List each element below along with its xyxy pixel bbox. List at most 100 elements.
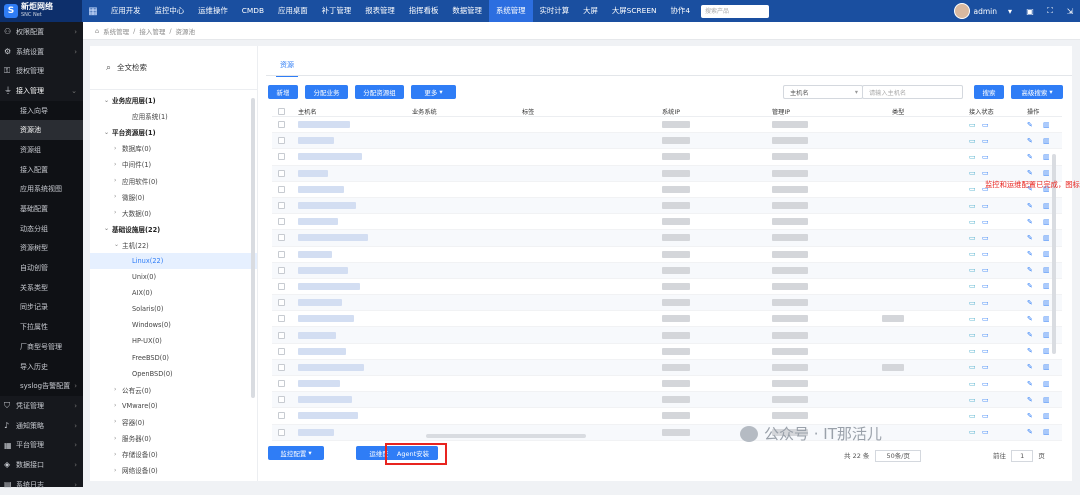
tree-node[interactable]: ⌄ 平台资源层(1): [90, 124, 257, 140]
sidebar-item[interactable]: 资源树型: [0, 238, 83, 259]
delete-icon[interactable]: ▥: [1043, 137, 1050, 145]
sidebar-item[interactable]: ▦ 平台管理 ›: [0, 435, 83, 455]
new-button[interactable]: 新增: [268, 85, 298, 99]
delete-icon[interactable]: ▥: [1043, 153, 1050, 161]
tree-toggle-icon[interactable]: ⌄: [104, 97, 112, 104]
monitor-status-icon[interactable]: ▭: [969, 412, 976, 420]
delete-icon[interactable]: ▥: [1043, 380, 1050, 388]
table-row[interactable]: ▭ ▭ ✎ ▥: [272, 327, 1062, 344]
edit-icon[interactable]: ✎: [1027, 412, 1033, 420]
delete-icon[interactable]: ▥: [1043, 347, 1050, 355]
tree-node[interactable]: OpenBSD(0): [90, 366, 257, 382]
edit-icon[interactable]: ✎: [1027, 331, 1033, 339]
delete-icon[interactable]: ▥: [1043, 363, 1050, 371]
row-checkbox[interactable]: [278, 266, 285, 274]
tree-toggle-icon[interactable]: ›: [114, 418, 122, 425]
monitor-status-icon[interactable]: ▭: [969, 137, 976, 145]
select-all-checkbox[interactable]: [278, 108, 285, 115]
ops-status-icon[interactable]: ▭: [982, 137, 989, 145]
field-select[interactable]: 主机名 ▾: [783, 85, 863, 99]
tree-toggle-icon[interactable]: ›: [114, 467, 122, 474]
row-checkbox[interactable]: [278, 363, 285, 371]
delete-icon[interactable]: ▥: [1043, 299, 1050, 307]
tree-toggle-icon[interactable]: ›: [114, 145, 122, 152]
sidebar-item[interactable]: 下拉属性: [0, 317, 83, 337]
monitor-status-icon[interactable]: ▭: [969, 218, 976, 226]
sidebar-item[interactable]: 关系类型: [0, 277, 83, 298]
hostname-cell[interactable]: [298, 250, 332, 258]
hostname-cell[interactable]: [298, 202, 356, 210]
table-row[interactable]: ▭ ▭ ✎ ▥: [272, 344, 1062, 360]
row-checkbox[interactable]: [278, 331, 285, 339]
sidebar-item[interactable]: 资源组: [0, 140, 83, 160]
tree-node[interactable]: › 中间件(1): [90, 156, 257, 172]
tree-scrollbar[interactable]: [251, 98, 255, 398]
table-row[interactable]: ▭ ▭ ✎ ▥: [272, 424, 1062, 441]
tree-node[interactable]: › 微服(0): [90, 189, 257, 205]
fulltext-search[interactable]: ⌕ 全文检索: [90, 46, 257, 90]
hostname-cell[interactable]: [298, 282, 360, 290]
ops-status-icon[interactable]: ▭: [982, 380, 989, 388]
row-checkbox[interactable]: [278, 347, 285, 355]
tree-toggle-icon[interactable]: ›: [114, 435, 122, 442]
top-nav-item[interactable]: 应用开发: [104, 0, 148, 22]
row-checkbox[interactable]: [278, 218, 285, 226]
delete-icon[interactable]: ▥: [1043, 218, 1050, 226]
page-size-select[interactable]: 50条/页: [875, 450, 921, 462]
tree-node[interactable]: Unix(0): [90, 269, 257, 285]
tree-node[interactable]: › 大数据(0): [90, 205, 257, 221]
tree-node[interactable]: ⌄ 主机(22): [90, 237, 257, 253]
search-input[interactable]: 请输入主机名: [862, 85, 963, 99]
edit-icon[interactable]: ✎: [1027, 266, 1033, 274]
tree-node[interactable]: HP-UX(0): [90, 333, 257, 349]
edit-icon[interactable]: ✎: [1027, 121, 1033, 129]
tree-toggle-icon[interactable]: ⌄: [104, 129, 112, 136]
row-checkbox[interactable]: [278, 202, 285, 210]
delete-icon[interactable]: ▥: [1043, 396, 1050, 404]
ops-status-icon[interactable]: ▭: [982, 250, 989, 258]
hostname-cell[interactable]: [298, 396, 352, 404]
ops-status-icon[interactable]: ▭: [982, 234, 989, 242]
monitor-status-icon[interactable]: ▭: [969, 121, 976, 129]
table-row[interactable]: ▭ ▭ ✎ ▥: [272, 311, 1062, 328]
sidebar-item[interactable]: 厂商型号管理: [0, 337, 83, 357]
edit-icon[interactable]: ✎: [1027, 169, 1033, 177]
tree-node[interactable]: › 服务器(0): [90, 430, 257, 446]
tree-toggle-icon[interactable]: ⌄: [104, 225, 112, 232]
ops-status-icon[interactable]: ▭: [982, 282, 989, 290]
tree-node[interactable]: › VMware(0): [90, 398, 257, 414]
monitor-status-icon[interactable]: ▭: [969, 153, 976, 161]
tree-toggle-icon[interactable]: ›: [114, 402, 122, 409]
top-nav-item[interactable]: 报表管理: [358, 0, 402, 22]
row-checkbox[interactable]: [278, 137, 285, 145]
hostname-cell[interactable]: [298, 315, 354, 323]
tree-toggle-icon[interactable]: ›: [114, 386, 122, 393]
ops-status-icon[interactable]: ▭: [982, 428, 989, 436]
edit-icon[interactable]: ✎: [1027, 250, 1033, 258]
hostname-cell[interactable]: [298, 380, 340, 388]
tree-node[interactable]: FreeBSD(0): [90, 350, 257, 366]
edit-icon[interactable]: ✎: [1027, 137, 1033, 145]
table-row[interactable]: ▭ ▭ ✎ ▥: [272, 279, 1062, 296]
monitor-status-icon[interactable]: ▭: [969, 282, 976, 290]
row-checkbox[interactable]: [278, 282, 285, 290]
table-row[interactable]: ▭ ▭ ✎ ▥: [272, 392, 1062, 409]
sidebar-item[interactable]: 自动创管: [0, 258, 83, 278]
monitor-status-icon[interactable]: ▭: [969, 331, 976, 339]
table-row[interactable]: ▭ ▭ ✎ ▥: [272, 295, 1062, 312]
ops-status-icon[interactable]: ▭: [982, 153, 989, 161]
monitor-status-icon[interactable]: ▭: [969, 250, 976, 258]
table-hscrollbar[interactable]: [426, 434, 586, 438]
sidebar-item[interactable]: ⏚ 接入管理 ⌄: [0, 81, 83, 101]
tree-toggle-icon[interactable]: ›: [114, 161, 122, 168]
hostname-cell[interactable]: [298, 299, 342, 307]
tree-node[interactable]: AIX(0): [90, 285, 257, 301]
hostname-cell[interactable]: [298, 428, 334, 436]
user-name[interactable]: admin: [974, 7, 998, 16]
assign-group-button[interactable]: 分配资源组: [355, 85, 404, 99]
monitor-status-icon[interactable]: ▭: [969, 266, 976, 274]
monitor-status-icon[interactable]: ▭: [969, 363, 976, 371]
sidebar-item[interactable]: ⛉ 凭证管理 ›: [0, 396, 83, 416]
top-nav-item[interactable]: 协作4: [664, 0, 697, 22]
edit-icon[interactable]: ✎: [1027, 428, 1033, 436]
